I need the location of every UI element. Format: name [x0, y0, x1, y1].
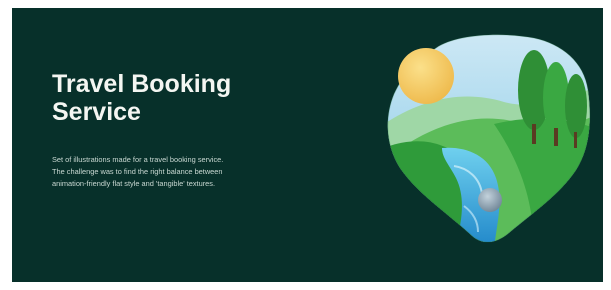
- description-line: Set of illustrations made for a travel b…: [52, 155, 224, 164]
- sun-icon: [398, 48, 454, 104]
- description-line: The challenge was to find the right bala…: [52, 167, 223, 176]
- title-line: Travel Booking: [52, 70, 232, 98]
- landscape-illustration-icon: [387, 34, 591, 243]
- hero-banner: Travel Booking Service Set of illustrati…: [12, 8, 603, 282]
- description-line: animation-friendly flat style and 'tangi…: [52, 179, 216, 188]
- title-line: Service: [52, 98, 141, 126]
- description: Set of illustrations made for a travel b…: [52, 154, 302, 190]
- page-title: Travel Booking Service: [52, 70, 332, 126]
